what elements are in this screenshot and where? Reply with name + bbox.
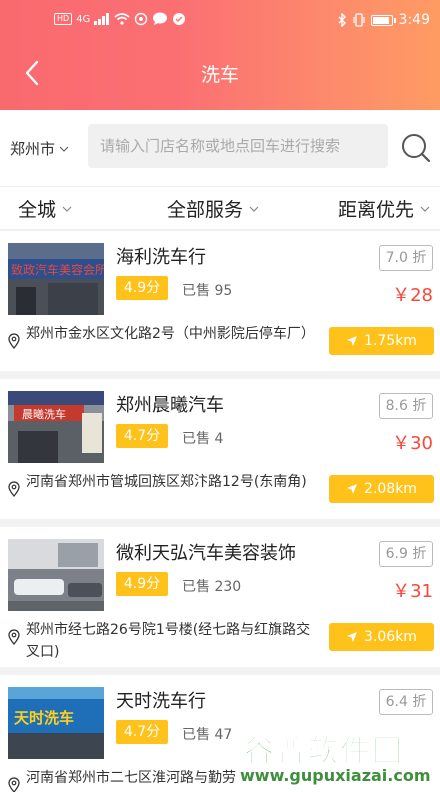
sold-count: 已售 4 [182, 431, 224, 447]
message-icon [153, 12, 168, 25]
hd-badge: HD [54, 13, 73, 25]
battery-icon [370, 14, 396, 26]
distance-button[interactable]: 1.75km [329, 327, 434, 355]
discount-badge: 6.9 折 [379, 541, 433, 567]
navigation-arrow-icon [347, 484, 358, 494]
distance-label: 3.06km [364, 629, 417, 645]
shop-photo-sign: 天时洗车 [14, 709, 74, 727]
status-right: 3:49 [337, 12, 430, 28]
location-pin-icon [8, 333, 20, 349]
location-pin-icon [8, 777, 20, 792]
location-pin-icon [8, 481, 20, 497]
filter-area-label: 全城 [18, 199, 57, 221]
filter-service-label: 全部服务 [167, 199, 244, 221]
price: ￥31 [392, 581, 433, 602]
rating-badge: 4.9分 [116, 572, 168, 596]
chevron-down-icon [62, 206, 72, 212]
notification-icon [173, 13, 186, 25]
rating-badge: 4.9分 [116, 276, 168, 300]
signal-icon [94, 13, 110, 25]
search-icon[interactable] [400, 132, 432, 164]
watermark-url: www.gupuxiazai.com [240, 766, 431, 785]
shop-name: 海利洗车行 [116, 247, 206, 268]
search-input[interactable] [88, 124, 388, 168]
distance-label: 2.08km [364, 481, 417, 497]
city-selector[interactable]: 郑州市 [10, 138, 69, 159]
city-label: 郑州市 [10, 140, 56, 158]
bluetooth-icon [338, 13, 346, 27]
shop-photo: 天时洗车 [8, 687, 104, 759]
chevron-down-icon [59, 146, 69, 152]
shop-photo-sign: 致政汽车美容会所 [11, 262, 104, 277]
shop-name: 郑州晨曦汽车 [116, 395, 224, 416]
hotspot-icon [135, 12, 148, 26]
filter-sort-label: 距离优先 [338, 199, 415, 221]
distance-label: 1.75km [364, 333, 417, 349]
filter-service[interactable]: 全部服务 [167, 195, 259, 222]
nav-bar: 洗车 [0, 48, 440, 100]
search-row: 郑州市 [0, 110, 440, 186]
rating-badge: 4.7分 [116, 424, 168, 448]
shop-card[interactable]: 晨曦洗车 郑州晨曦汽车 4.7分 已售 4 8.6 折 ￥30 河南省郑州市管城… [0, 379, 440, 519]
shop-photo: 致政汽车美容会所 [8, 243, 104, 315]
status-left: HD 4G [54, 12, 186, 26]
filter-area[interactable]: 全城 [18, 195, 72, 222]
status-bar: HD 4G 3:49 [0, 0, 440, 44]
watermark-logo: 谷普软件园 www.gupuxiazai.com [232, 724, 440, 792]
price: ￥28 [392, 285, 433, 306]
network-label: 4G [76, 13, 91, 25]
watermark-title: 谷普软件园 [244, 734, 404, 770]
shop-photo [8, 539, 104, 611]
shop-photo-sign: 晨曦洗车 [22, 407, 66, 421]
chevron-down-icon [420, 206, 430, 212]
navigation-arrow-icon [347, 336, 358, 346]
app-header: HD 4G 3:49 洗车 [0, 0, 440, 110]
sold-count: 已售 95 [182, 283, 233, 299]
discount-badge: 8.6 折 [379, 393, 433, 419]
shop-card[interactable]: 微利天弘汽车美容装饰 4.9分 已售 230 6.9 折 ￥31 郑州市经七路2… [0, 527, 440, 667]
distance-button[interactable]: 2.08km [329, 475, 434, 503]
sold-count: 已售 230 [182, 579, 242, 595]
shop-address: 郑州市经七路26号院1号楼(经七路与红旗路交叉口) [26, 622, 311, 660]
shop-card[interactable]: 致政汽车美容会所 海利洗车行 4.9分 已售 95 7.0 折 ￥28 郑州市金… [0, 231, 440, 371]
discount-badge: 7.0 折 [379, 245, 433, 271]
discount-badge: 6.4 折 [379, 689, 433, 715]
rating-badge: 4.7分 [116, 720, 168, 744]
shop-address: 河南省郑州市管城回族区郑汴路12号(东南角) [26, 474, 307, 490]
status-time: 3:49 [398, 12, 430, 28]
distance-button[interactable]: 3.06km [329, 623, 434, 651]
shop-address: 郑州市金水区文化路2号（中州影院后停车厂） [26, 326, 315, 342]
shop-name: 微利天弘汽车美容装饰 [116, 543, 296, 564]
vibrate-icon [352, 13, 365, 27]
shop-list: 致政汽车美容会所 海利洗车行 4.9分 已售 95 7.0 折 ￥28 郑州市金… [0, 231, 440, 792]
filter-sort[interactable]: 距离优先 [338, 195, 430, 222]
wifi-icon [114, 13, 130, 25]
shop-photo: 晨曦洗车 [8, 391, 104, 463]
price: ￥30 [392, 433, 433, 454]
page-title: 洗车 [200, 64, 239, 86]
chevron-down-icon [249, 206, 259, 212]
location-pin-icon [8, 629, 20, 645]
sold-count: 已售 47 [182, 727, 233, 743]
shop-name: 天时洗车行 [116, 691, 206, 712]
filter-bar: 全城 全部服务 距离优先 [0, 186, 440, 230]
navigation-arrow-icon [347, 632, 358, 642]
